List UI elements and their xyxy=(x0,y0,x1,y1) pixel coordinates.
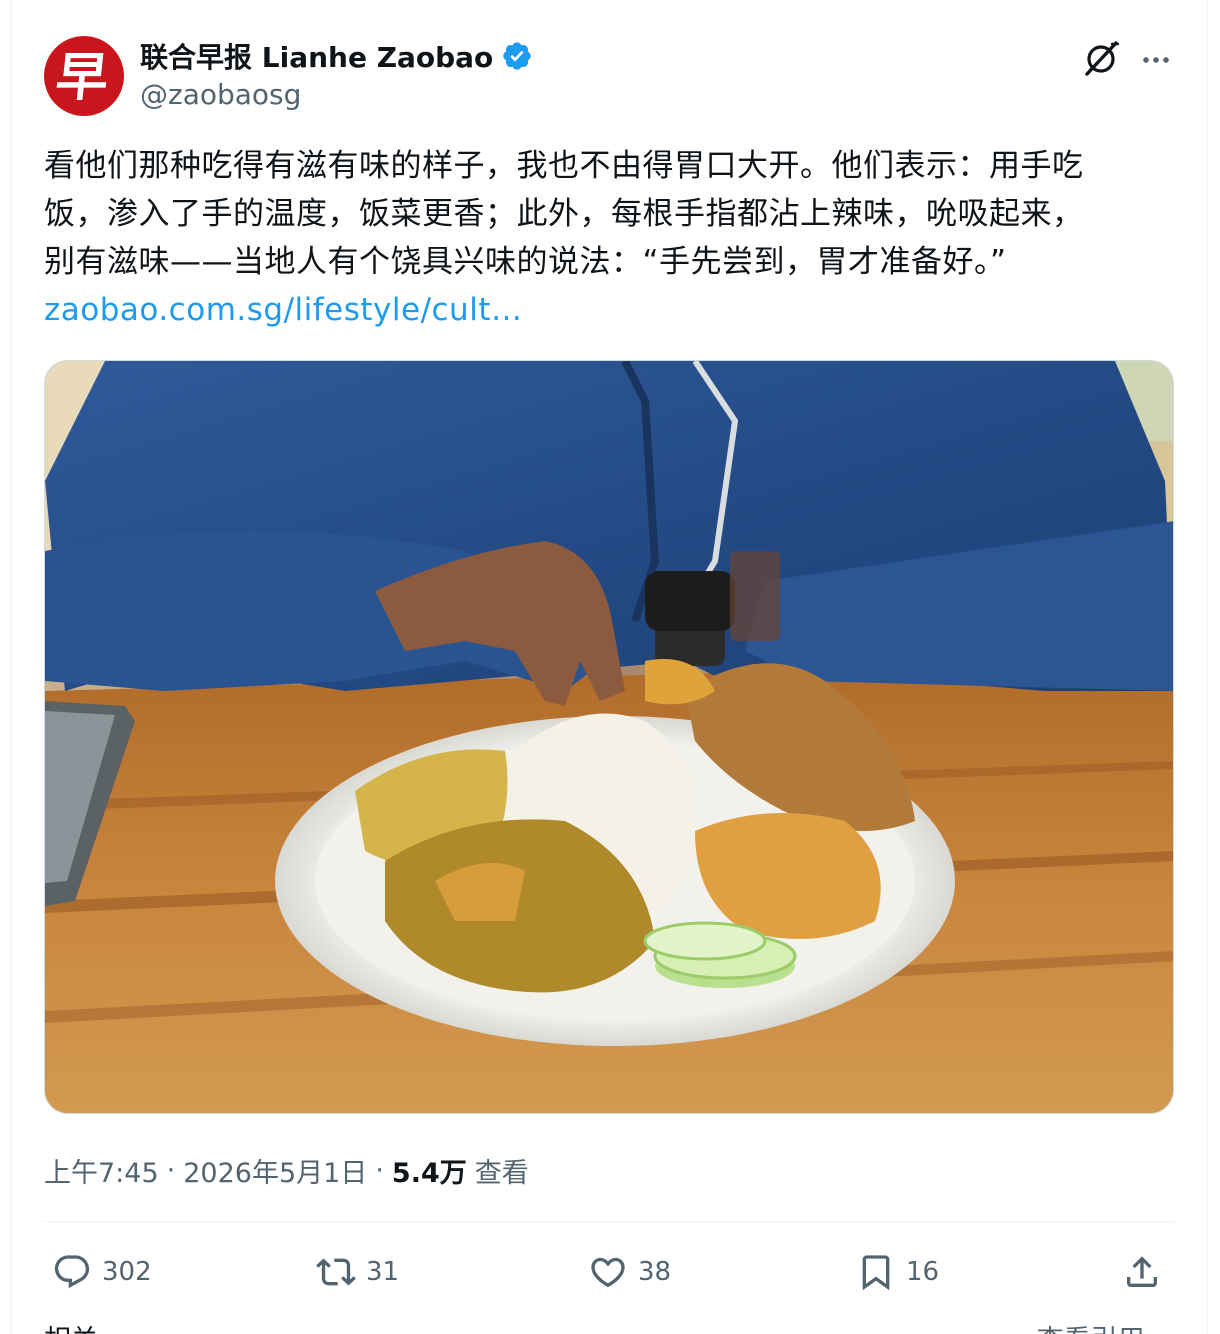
post-text: 看他们那种吃得有滋有味的样子，我也不由得胃口大开。他们表示：用手吃 饭，渗入了手… xyxy=(44,142,1174,334)
post-link[interactable]: zaobao.com.sg/lifestyle/cult… xyxy=(44,292,522,328)
reply-button[interactable]: 302 xyxy=(52,1246,152,1298)
post-date[interactable]: 2026年5月1日 xyxy=(183,1151,367,1190)
display-name[interactable]: 联合早报 Lianhe Zaobao xyxy=(140,36,493,76)
repost-icon xyxy=(316,1258,356,1286)
grok-icon[interactable] xyxy=(1082,38,1122,78)
like-button[interactable]: 38 xyxy=(588,1246,671,1298)
view-quotes-link[interactable]: 查看引用 › xyxy=(1037,1318,1164,1334)
post-text-line: 别有滋味——当地人有个饶具兴味的说法：“手先尝到，胃才准备好。” xyxy=(44,244,1007,280)
chevron-right-icon: › xyxy=(1153,1325,1164,1334)
share-icon xyxy=(1127,1256,1157,1287)
verified-badge-icon xyxy=(503,42,531,70)
tweet: 早 联合早报 Lianhe Zaobao @zaobaosg 看他们那种吃得有滋… xyxy=(44,0,1174,1334)
meta-separator: · xyxy=(375,1154,384,1186)
views-label: 查看 xyxy=(474,1157,529,1189)
action-bar: 302 31 38 16 xyxy=(44,1246,1174,1298)
bookmark-icon xyxy=(862,1255,890,1291)
like-count: 38 xyxy=(638,1257,672,1287)
related-tab[interactable]: 相关 ⌄ xyxy=(44,1318,129,1334)
meta-separator: · xyxy=(166,1154,176,1186)
share-button[interactable] xyxy=(1122,1246,1162,1298)
handle[interactable]: @zaobaosg xyxy=(140,78,301,111)
avatar[interactable]: 早 xyxy=(44,36,124,116)
post-time[interactable]: 上午7:45 xyxy=(44,1151,159,1190)
reply-icon xyxy=(54,1255,90,1289)
post-text-line: 看他们那种吃得有滋有味的样子，我也不由得胃口大开。他们表示：用手吃 xyxy=(44,148,1084,184)
reply-count: 302 xyxy=(102,1257,152,1287)
right-border xyxy=(1207,0,1208,1334)
tweet-header: 早 联合早报 Lianhe Zaobao @zaobaosg xyxy=(44,36,1174,116)
divider xyxy=(44,1221,1174,1222)
post-text-line: 饭，渗入了手的温度，饭菜更香；此外，每根手指都沾上辣味，吮吸起来， xyxy=(44,196,1084,232)
left-border xyxy=(10,0,11,1334)
bookmark-button[interactable]: 16 xyxy=(856,1246,939,1298)
views-count: 5.4万 xyxy=(391,1157,467,1189)
repost-count: 31 xyxy=(366,1257,400,1287)
repost-button[interactable]: 31 xyxy=(316,1246,399,1298)
avatar-logo-glyph: 早 xyxy=(52,47,112,108)
chevron-down-icon: ⌄ xyxy=(107,1325,130,1334)
related-label: 相关 xyxy=(44,1325,98,1334)
name-row: 联合早报 Lianhe Zaobao xyxy=(140,38,533,74)
bookmark-count: 16 xyxy=(906,1257,940,1287)
food-photo xyxy=(45,361,1173,1113)
post-meta: 上午7:45 · 2026年5月1日 · 5.4万 查看 xyxy=(44,1150,529,1190)
post-image[interactable] xyxy=(44,360,1174,1114)
heart-icon xyxy=(591,1257,625,1288)
view-quotes-label: 查看引用 xyxy=(1037,1325,1145,1334)
more-icon[interactable] xyxy=(1138,42,1174,78)
